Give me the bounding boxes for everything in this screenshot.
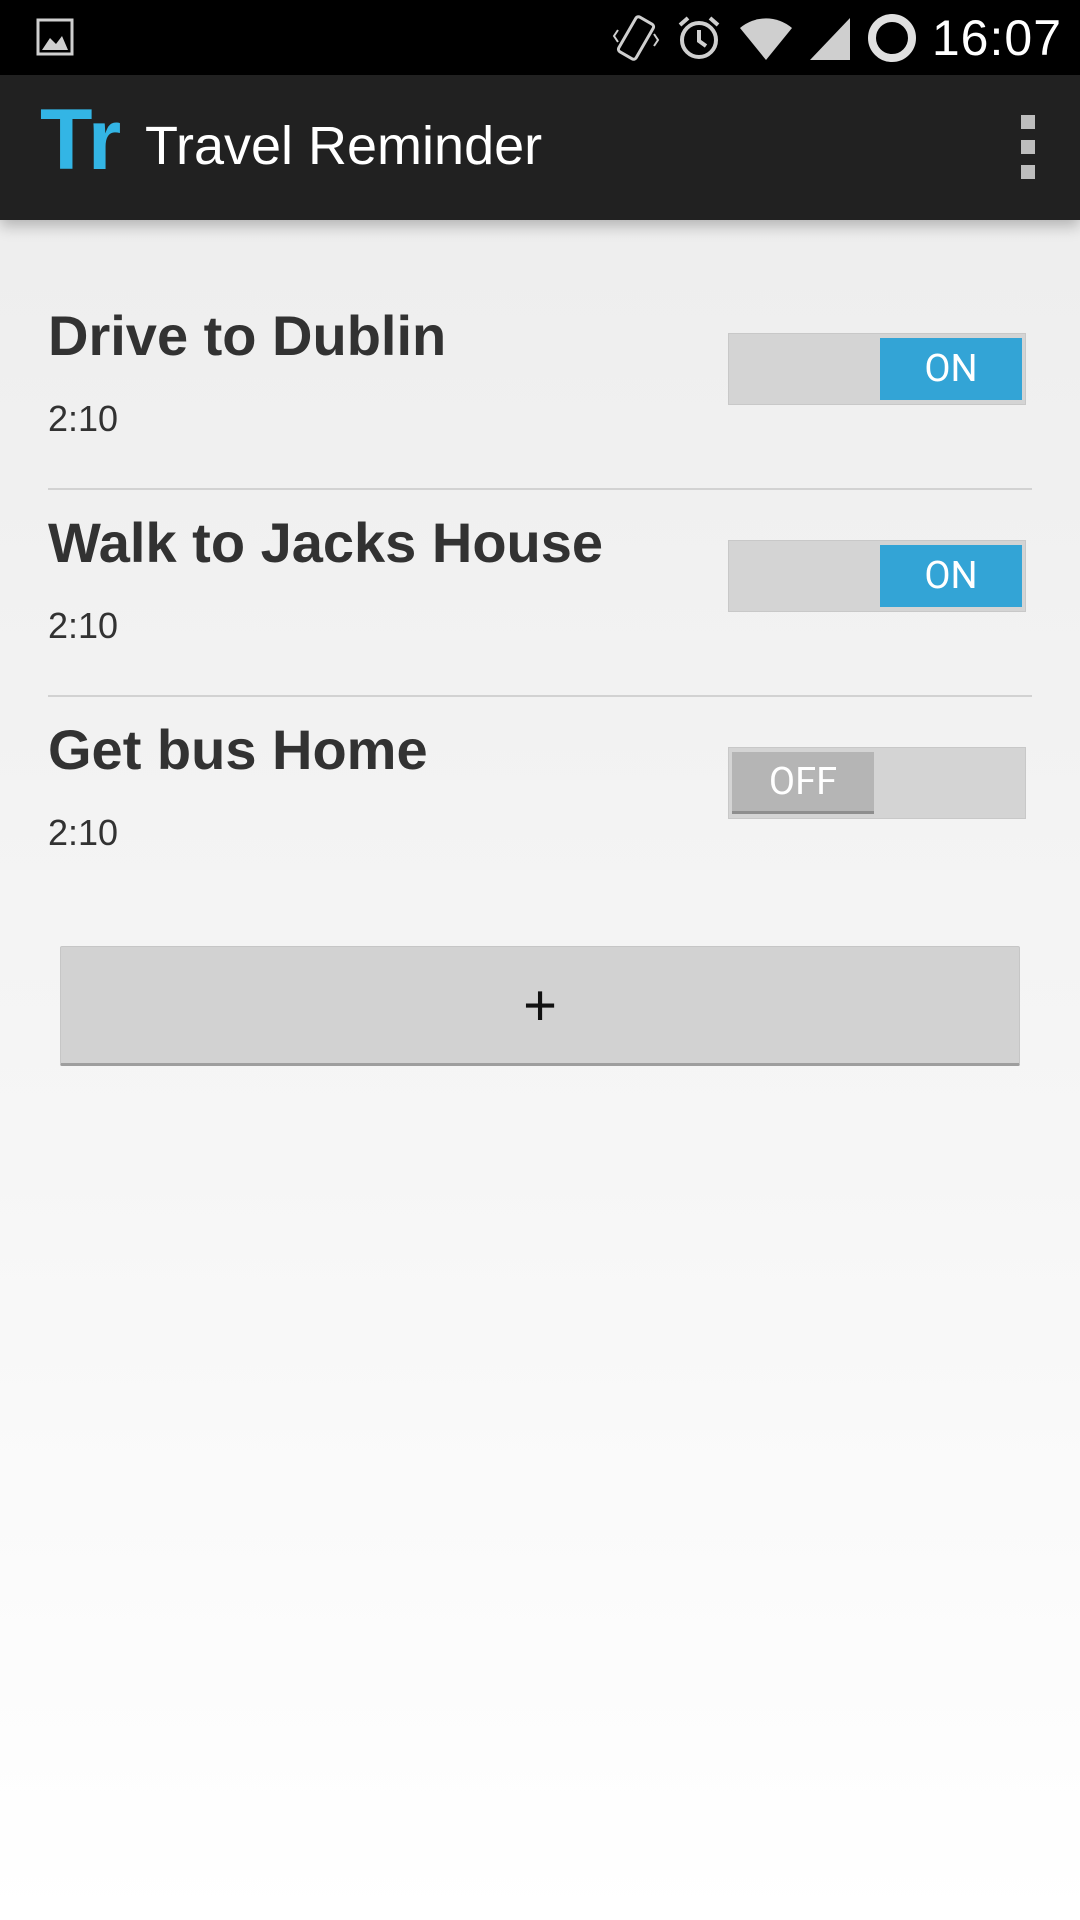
list-item[interactable]: Get bus Home 2:10 OFF (48, 697, 1032, 904)
overflow-menu-icon[interactable] (1016, 115, 1040, 179)
status-bar: 16:07 (0, 0, 1080, 75)
alarm-icon (678, 16, 720, 59)
add-reminder-button[interactable]: + (60, 946, 1020, 1066)
overflow-dot (1021, 165, 1035, 179)
reminder-list: Drive to Dublin 2:10 ON Walk to Jacks Ho… (48, 283, 1032, 904)
reminder-toggle[interactable]: ON (728, 333, 1026, 405)
overflow-dot (1021, 115, 1035, 129)
vibrate-icon (612, 15, 660, 61)
status-right: 16:07 (612, 6, 1062, 70)
reminder-toggle[interactable]: OFF (728, 747, 1026, 819)
reminder-time: 2:10 (48, 605, 119, 646)
signal-icon (809, 18, 850, 60)
image-icon (36, 18, 74, 56)
reminder-title: Drive to Dublin (48, 304, 447, 367)
app-title: Travel Reminder (145, 116, 543, 176)
reminder-toggle[interactable]: ON (728, 540, 1026, 612)
reminder-title: Walk to Jacks House (48, 511, 604, 574)
reminder-time: 2:10 (48, 398, 119, 439)
toggle-thumb: ON (880, 545, 1022, 607)
list-item[interactable]: Walk to Jacks House 2:10 ON (48, 490, 1032, 697)
toggle-thumb: OFF (732, 752, 874, 814)
app-logo: Tr (40, 92, 122, 188)
reminder-time: 2:10 (48, 812, 119, 853)
action-bar: Tr Travel Reminder (0, 75, 1080, 220)
wifi-icon (739, 18, 792, 60)
status-time: 16:07 (931, 10, 1062, 66)
toggle-thumb: ON (880, 338, 1022, 400)
reminder-title: Get bus Home (48, 718, 428, 781)
overflow-dot (1021, 140, 1035, 154)
list-item[interactable]: Drive to Dublin 2:10 ON (48, 283, 1032, 490)
status-left (36, 18, 74, 60)
sync-ring-icon (867, 14, 916, 62)
